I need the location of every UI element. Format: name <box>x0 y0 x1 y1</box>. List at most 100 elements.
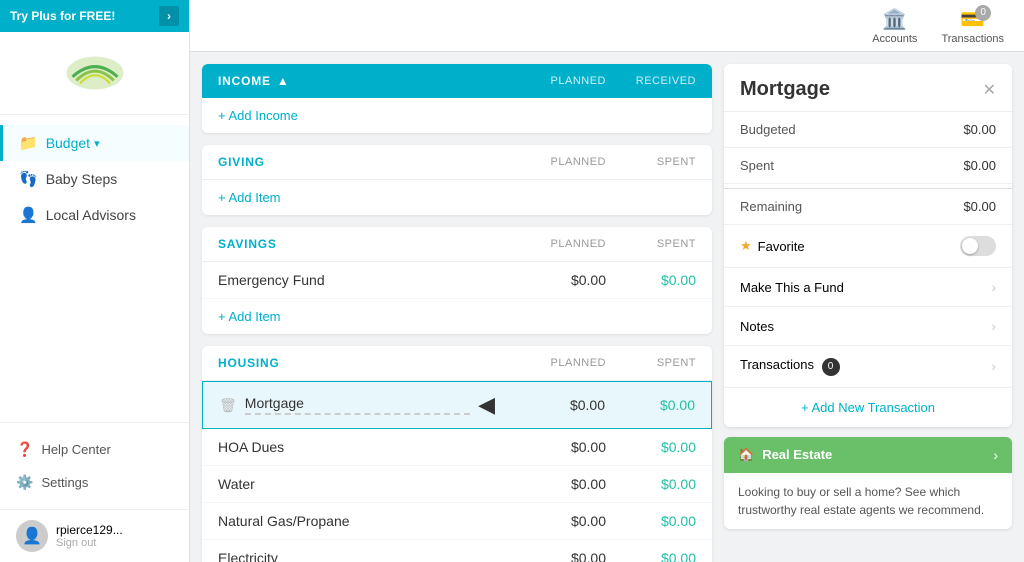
giving-add-item-button[interactable]: + Add Item <box>202 180 712 215</box>
favorite-toggle[interactable] <box>960 236 996 256</box>
housing-title: HOUSING <box>218 356 280 370</box>
app-logo <box>65 48 125 98</box>
spent-value: $0.00 <box>963 158 996 173</box>
housing-row-planned-0: $0.00 <box>495 397 605 413</box>
accounts-action[interactable]: 🏛️ Accounts <box>872 7 917 45</box>
help-icon: ❓ <box>16 441 33 458</box>
income-planned-header: PLANNED <box>496 75 606 87</box>
real-estate-body: Looking to buy or sell a home? See which… <box>724 473 1012 529</box>
real-estate-icon: 🏠 <box>738 447 754 463</box>
help-center-label: Help Center <box>41 442 110 457</box>
transactions-count-badge: 0 <box>822 358 840 376</box>
list-item[interactable]: Natural Gas/Propane $0.00 $0.00 <box>202 503 712 540</box>
settings-item[interactable]: ⚙️ Settings <box>0 466 189 499</box>
add-income-button[interactable]: + Add Income <box>202 98 712 133</box>
detail-close-button[interactable]: ✕ <box>983 80 996 100</box>
giving-spent-header: SPENT <box>606 156 696 168</box>
list-item[interactable]: Water $0.00 $0.00 <box>202 466 712 503</box>
savings-title: SAVINGS <box>218 237 277 251</box>
chevron-right-icon: › <box>991 318 996 334</box>
accounts-icon-wrap: 🏛️ <box>882 7 907 32</box>
housing-row-spent-1: $0.00 <box>606 439 696 455</box>
housing-row-spent-0: $0.00 <box>605 397 695 413</box>
add-transaction-button[interactable]: + Add New Transaction <box>724 388 1012 427</box>
giving-header: GIVING PLANNED SPENT <box>202 145 712 180</box>
detail-card: Mortgage ✕ Budgeted $0.00 Spent $0.00 Re… <box>724 64 1012 427</box>
list-item[interactable]: 🗑 Mortgage ◀ $0.00 $0.00 <box>202 381 712 429</box>
try-plus-banner[interactable]: Try Plus for FREE! › <box>0 0 189 32</box>
housing-planned-header: PLANNED <box>496 357 606 369</box>
try-plus-label: Try Plus for FREE! <box>10 9 115 23</box>
income-received-header: RECEIVED <box>606 75 696 87</box>
sidebar-item-budget[interactable]: 📁 Budget ▾ <box>0 125 189 161</box>
list-item[interactable]: Emergency Fund $0.00 $0.00 <box>202 262 712 299</box>
chevron-right-icon: › <box>991 358 996 374</box>
savings-row-planned: $0.00 <box>496 272 606 288</box>
toggle-knob <box>962 238 978 254</box>
sidebar-item-label-local-advisors: Local Advisors <box>46 207 136 223</box>
notes-row[interactable]: Notes › <box>724 307 1012 346</box>
remaining-label: Remaining <box>740 199 802 214</box>
try-plus-arrow: › <box>159 6 179 26</box>
delete-icon[interactable]: 🗑 <box>219 397 237 414</box>
income-cols: PLANNED RECEIVED <box>496 75 696 87</box>
savings-cols: PLANNED SPENT <box>496 238 696 250</box>
baby-steps-icon: 👣 <box>19 170 38 188</box>
budgeted-value: $0.00 <box>963 122 996 137</box>
budget-area: INCOME ▲ PLANNED RECEIVED + Add Income G… <box>190 52 1024 562</box>
savings-header: SAVINGS PLANNED SPENT <box>202 227 712 262</box>
real-estate-header[interactable]: 🏠 Real Estate › <box>724 437 1012 473</box>
settings-icon: ⚙️ <box>16 474 33 491</box>
savings-row-name: Emergency Fund <box>218 272 496 288</box>
giving-section: GIVING PLANNED SPENT + Add Item <box>202 145 712 215</box>
housing-row-name-2: Water <box>218 476 496 492</box>
sign-out-link[interactable]: Sign out <box>56 537 123 549</box>
main-content: 🏛️ Accounts 💳 0 Transactions INCOME <box>190 0 1024 562</box>
notes-label: Notes <box>740 319 774 334</box>
sidebar-item-baby-steps[interactable]: 👣 Baby Steps <box>0 161 189 197</box>
savings-spent-header: SPENT <box>606 238 696 250</box>
giving-cols: PLANNED SPENT <box>496 156 696 168</box>
left-panel: INCOME ▲ PLANNED RECEIVED + Add Income G… <box>190 52 724 562</box>
housing-row-spent-2: $0.00 <box>606 476 696 492</box>
transactions-action[interactable]: 💳 0 Transactions <box>941 7 1004 45</box>
housing-header: HOUSING PLANNED SPENT <box>202 346 712 381</box>
list-item[interactable]: Electricity $0.00 $0.00 <box>202 540 712 562</box>
savings-add-label: + Add Item <box>218 309 281 324</box>
make-fund-row[interactable]: Make This a Fund › <box>724 268 1012 307</box>
add-transaction-label: + Add New Transaction <box>801 400 935 415</box>
sidebar-item-label-baby-steps: Baby Steps <box>46 171 118 187</box>
remaining-value: $0.00 <box>963 199 996 214</box>
transactions-icon: 💳 0 <box>960 9 985 31</box>
top-header: 🏛️ Accounts 💳 0 Transactions <box>190 0 1024 52</box>
housing-cols: PLANNED SPENT <box>496 357 696 369</box>
housing-row-name-4: Electricity <box>218 550 496 562</box>
income-chevron-up: ▲ <box>277 74 290 88</box>
add-income-label: + Add Income <box>218 108 298 123</box>
detail-budgeted-row: Budgeted $0.00 <box>724 112 1012 148</box>
transactions-badge: 0 <box>975 5 991 21</box>
real-estate-chevron-icon: › <box>993 447 998 463</box>
detail-favorite-row[interactable]: ★ Favorite <box>724 225 1012 268</box>
housing-row-name-1: HOA Dues <box>218 439 496 455</box>
transactions-label: Transactions 0 <box>740 357 840 376</box>
help-center-item[interactable]: ❓ Help Center <box>0 433 189 466</box>
housing-row-name-0: Mortgage <box>245 395 470 415</box>
list-item[interactable]: HOA Dues $0.00 $0.00 <box>202 429 712 466</box>
accounts-icon: 🏛️ <box>882 9 907 31</box>
real-estate-title: 🏠 Real Estate <box>738 447 832 463</box>
giving-planned-header: PLANNED <box>496 156 606 168</box>
nav-menu: 📁 Budget ▾ 👣 Baby Steps 👤 Local Advisors <box>0 115 189 422</box>
detail-remaining-row: Remaining $0.00 <box>724 188 1012 225</box>
housing-spent-header: SPENT <box>606 357 696 369</box>
savings-planned-header: PLANNED <box>496 238 606 250</box>
transactions-row[interactable]: Transactions 0 › <box>724 346 1012 388</box>
savings-add-item-button[interactable]: + Add Item <box>202 299 712 334</box>
username: rpierce129... <box>56 523 123 537</box>
detail-header: Mortgage ✕ <box>724 64 1012 112</box>
sidebar-item-local-advisors[interactable]: 👤 Local Advisors <box>0 197 189 233</box>
favorite-label-area: ★ Favorite <box>740 238 805 254</box>
star-icon: ★ <box>740 238 752 254</box>
logo-area <box>0 32 189 115</box>
favorite-label: Favorite <box>758 239 805 254</box>
